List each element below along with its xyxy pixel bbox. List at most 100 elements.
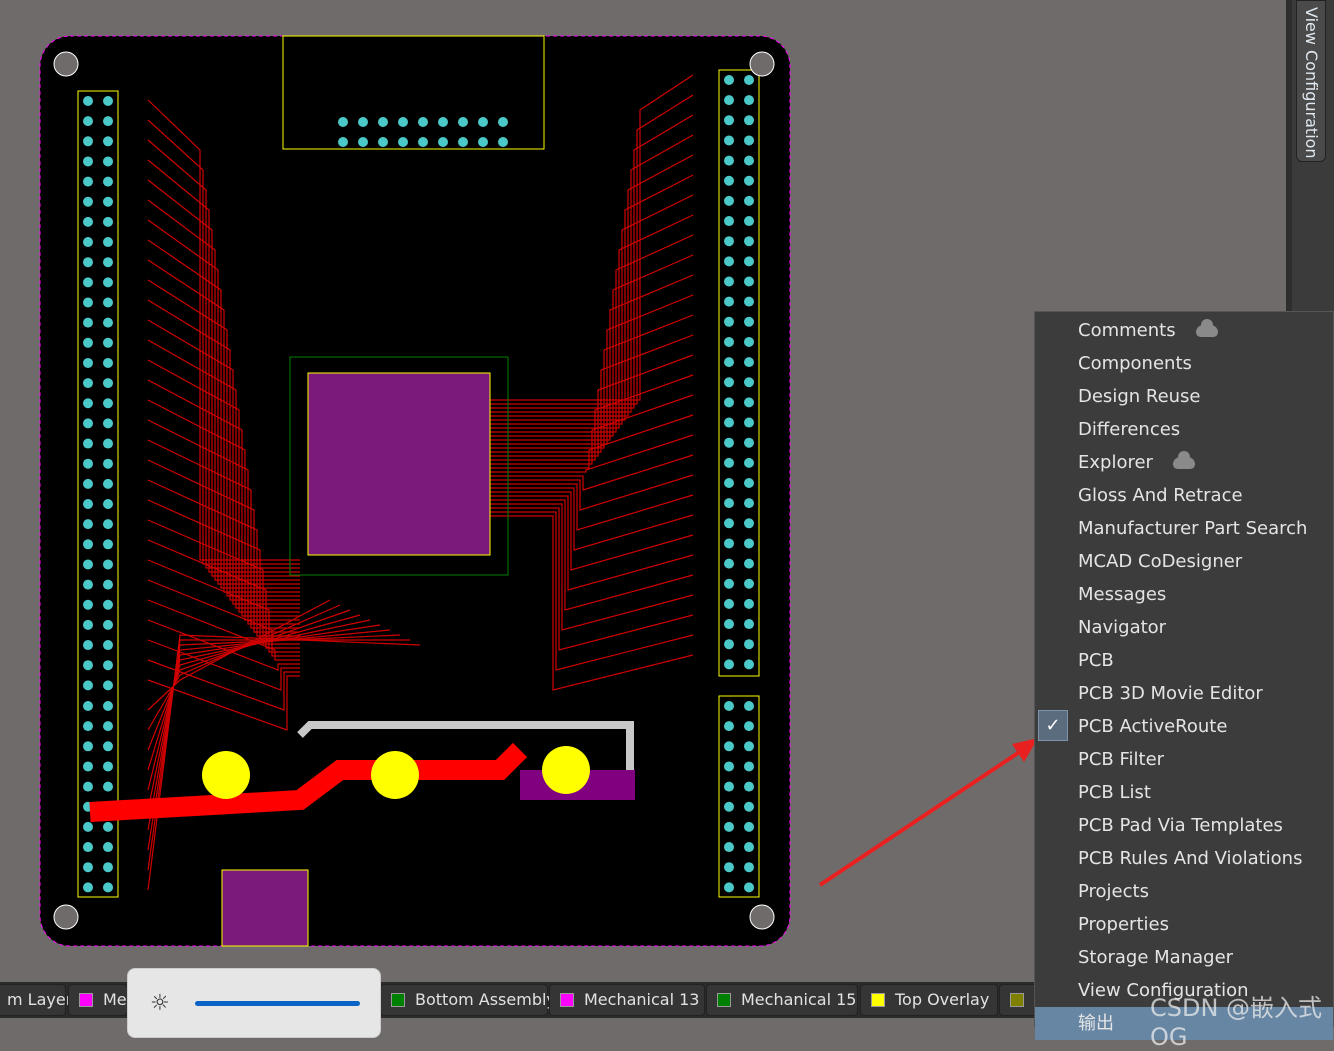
pad [744, 538, 754, 549]
menu-item[interactable]: PCB Pad Via Templates [1035, 809, 1333, 842]
pad [744, 316, 754, 327]
pad [744, 276, 754, 287]
panels-menu: Comments Components Design Reuse Difference… [1034, 311, 1334, 1040]
pad [724, 538, 734, 549]
pad [724, 195, 734, 206]
menu-item[interactable]: Storage Manager [1035, 941, 1333, 974]
menu-item[interactable]: Properties [1035, 908, 1333, 941]
pad [724, 598, 734, 609]
pad [744, 639, 754, 650]
pad [83, 418, 93, 429]
pad [744, 296, 754, 307]
pad [83, 378, 93, 389]
layer-tab[interactable] [999, 984, 1039, 1016]
usb-connector [221, 869, 309, 947]
menu-item[interactable]: PCB [1035, 644, 1333, 677]
pad [418, 117, 428, 127]
pad [83, 257, 93, 268]
pad [338, 137, 348, 147]
mount-hole [53, 51, 79, 77]
pad [498, 137, 508, 147]
menu-item[interactable]: Differences [1035, 413, 1333, 446]
layer-tab[interactable]: Me [68, 984, 128, 1016]
menu-item-label: Manufacturer Part Search [1078, 518, 1308, 539]
pad [744, 377, 754, 388]
menu-item[interactable]: Navigator [1035, 611, 1333, 644]
capacitor [371, 751, 419, 799]
pad [378, 137, 388, 147]
layer-tab-label: Bottom Assembly [415, 990, 556, 1009]
pad [724, 216, 734, 227]
menu-item[interactable]: Messages [1035, 578, 1333, 611]
pad [744, 741, 754, 752]
pad [103, 599, 113, 610]
menu-item[interactable]: PCB 3D Movie Editor [1035, 677, 1333, 710]
pad [103, 761, 113, 772]
layer-tab[interactable]: m Layer [0, 984, 72, 1016]
menu-item-label: PCB List [1078, 782, 1151, 803]
menu-item[interactable]: PCB List [1035, 776, 1333, 809]
pad [458, 117, 468, 127]
pad [724, 276, 734, 287]
menu-item-label: PCB Rules And Violations [1078, 848, 1303, 869]
pad [103, 862, 113, 873]
pad [103, 559, 113, 570]
pad [744, 842, 754, 853]
layer-tab[interactable]: Mechanical 13 [549, 984, 705, 1016]
pad [724, 558, 734, 569]
menu-item[interactable]: Projects [1035, 875, 1333, 908]
menu-item-label: PCB Filter [1078, 749, 1165, 770]
pad [724, 175, 734, 186]
menu-item[interactable]: Manufacturer Part Search [1035, 512, 1333, 545]
layer-tab[interactable]: Bottom Assembly [380, 984, 556, 1016]
pad [83, 539, 93, 550]
pad [724, 457, 734, 468]
menu-item[interactable]: ✓ PCB ActiveRoute [1035, 710, 1333, 743]
layer-tab[interactable]: Mechanical 15 [706, 984, 858, 1016]
menu-item[interactable]: Gloss And Retrace [1035, 479, 1333, 512]
menu-item[interactable]: PCB Rules And Violations [1035, 842, 1333, 875]
pad [724, 75, 734, 85]
mount-hole [749, 51, 775, 77]
pad [83, 781, 93, 792]
pad [724, 115, 734, 126]
pad [724, 862, 734, 873]
pad [103, 176, 113, 187]
pad [103, 337, 113, 348]
pad [83, 357, 93, 368]
pad [438, 137, 448, 147]
menu-item[interactable]: MCAD CoDesigner [1035, 545, 1333, 578]
menu-item[interactable]: PCB Filter [1035, 743, 1333, 776]
pad [103, 418, 113, 429]
mcu-chip [307, 372, 491, 556]
pad [83, 277, 93, 288]
menu-item[interactable]: Design Reuse [1035, 380, 1333, 413]
pad [83, 842, 93, 853]
pad [83, 337, 93, 348]
pad [103, 116, 113, 127]
pad [724, 478, 734, 488]
menu-item[interactable]: Components [1035, 347, 1333, 380]
menu-item[interactable]: Comments [1035, 314, 1333, 347]
pad [724, 518, 734, 529]
pad [83, 680, 93, 691]
pad [724, 135, 734, 146]
menu-item-label: PCB [1078, 650, 1114, 671]
layer-tab[interactable]: Top Overlay [860, 984, 998, 1016]
pad [103, 640, 113, 651]
pad [744, 862, 754, 873]
pad [103, 882, 113, 893]
pad [744, 135, 754, 146]
layer-color-swatch [717, 993, 731, 1007]
pad [103, 216, 113, 227]
pad [83, 458, 93, 469]
menu-item[interactable]: Explorer [1035, 446, 1333, 479]
brightness-slider[interactable] [195, 1001, 360, 1006]
pad [83, 438, 93, 449]
view-configuration-side-tab[interactable]: View Configuration [1296, 0, 1326, 162]
check-icon: ✓ [1038, 710, 1068, 741]
pad [83, 116, 93, 127]
pad [103, 257, 113, 268]
pad [103, 357, 113, 368]
menu-item-label: PCB ActiveRoute [1078, 716, 1228, 737]
